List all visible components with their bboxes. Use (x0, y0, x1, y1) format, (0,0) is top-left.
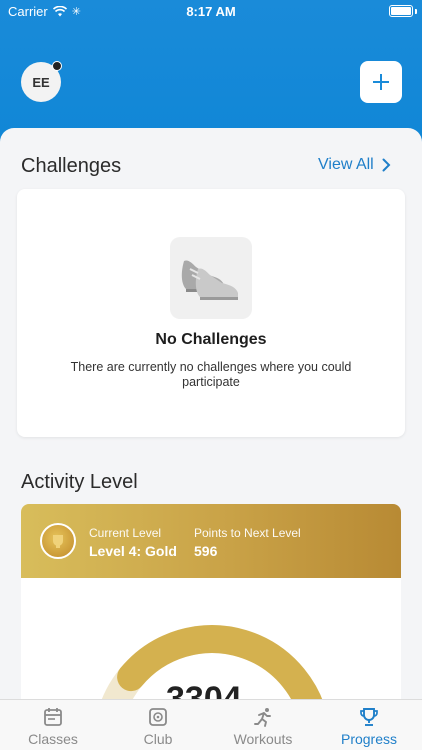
runner-icon (254, 708, 271, 727)
add-button[interactable] (360, 61, 402, 103)
chevron-right-icon (382, 158, 391, 172)
sneaker-icon (181, 260, 238, 300)
calendar-icon (44, 708, 62, 726)
empty-description: There are currently no challenges where … (70, 360, 352, 389)
gauge-start-dot (106, 660, 112, 666)
current-level-group: Current Level Level 4: Gold (89, 526, 177, 559)
activity-card[interactable]: Current Level Level 4: Gold Points to Ne… (21, 504, 401, 704)
plus-icon (373, 74, 389, 90)
tab-label: Classes (28, 731, 78, 747)
tab-club[interactable]: Club (108, 706, 208, 747)
challenges-title: Challenges (21, 155, 122, 177)
level-banner: Current Level Level 4: Gold Points to Ne… (21, 504, 401, 578)
status-time: 8:17 AM (186, 4, 236, 19)
club-icon (149, 708, 167, 726)
tab-progress[interactable]: Progress (319, 706, 419, 747)
shoe-box (170, 237, 252, 319)
medal-icon (40, 523, 76, 559)
trophy-icon (360, 708, 378, 726)
view-all-label: View All (318, 156, 374, 173)
empty-title: No Challenges (155, 331, 267, 348)
tab-classes[interactable]: Classes (3, 706, 103, 747)
tab-label: Progress (340, 731, 398, 747)
notification-dot (52, 61, 62, 71)
tab-bar: Classes Club Workouts Progress (0, 699, 422, 750)
current-level-value: Level 4: Gold (89, 543, 177, 559)
points-label: Points to Next Level (194, 526, 301, 540)
tab-workouts[interactable]: Workouts (213, 706, 313, 747)
view-all-link[interactable]: View All (318, 156, 391, 174)
tab-label: Workouts (233, 731, 293, 747)
battery-icon (389, 5, 413, 17)
status-bar: Carrier ✳ 8:17 AM (0, 0, 422, 22)
activity-title: Activity Level (21, 471, 138, 493)
challenges-card: No Challenges There are currently no cha… (17, 189, 405, 437)
points-value: 596 (194, 543, 218, 559)
battery-cap (415, 9, 417, 14)
tab-label: Club (143, 731, 173, 747)
points-group: Points to Next Level 596 (194, 526, 301, 559)
current-level-label: Current Level (89, 526, 162, 540)
